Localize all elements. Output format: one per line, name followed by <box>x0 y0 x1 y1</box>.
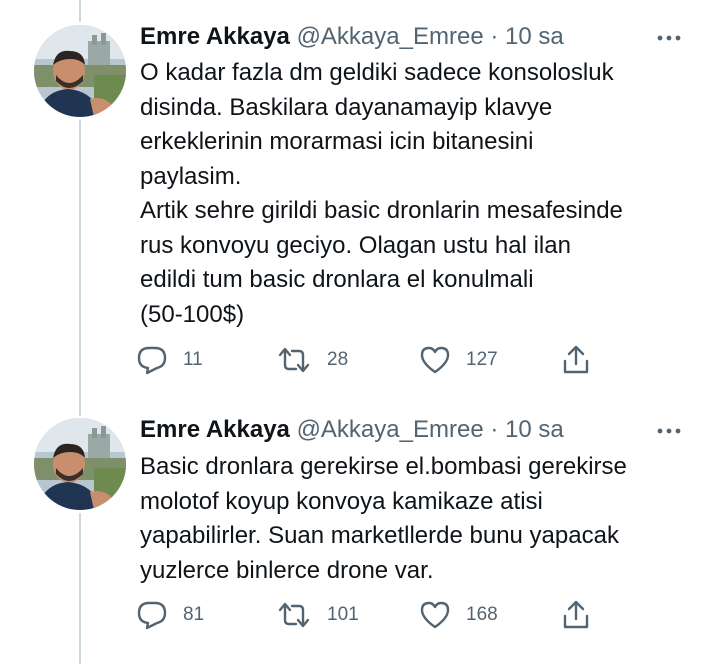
author-handle[interactable]: @Akkaya_Emree <box>297 23 484 50</box>
tweet-text-line: paylasim. <box>140 162 242 190</box>
avatar[interactable] <box>34 25 126 117</box>
thread-line-middle <box>79 120 81 416</box>
tweet-text-line: O kadar fazla dm geldiki sadece konsolos… <box>140 59 614 86</box>
tweet-text-line: edildi tum basic dronlara el konulmali <box>140 266 534 293</box>
timestamp[interactable]: 10 sa <box>505 416 564 443</box>
avatar[interactable] <box>34 418 126 510</box>
retweet-icon <box>278 347 310 373</box>
tweet-text-line: Basic dronlara gerekirse el.bombasi gere… <box>140 453 627 480</box>
like-button[interactable]: 168 <box>419 600 498 630</box>
tweet-text-line: molotof koyup konvoya kamikaze atisi <box>140 487 543 515</box>
avatar-image <box>34 418 126 510</box>
more-options-button[interactable] <box>652 28 686 48</box>
more-icon <box>657 428 681 434</box>
tweet-text-line: yapabilirler. Suan marketllerde bunu yap… <box>140 522 619 549</box>
like-button[interactable]: 127 <box>419 345 498 375</box>
reply-icon <box>137 601 167 630</box>
reply-count: 81 <box>183 604 205 625</box>
retweet-count: 101 <box>327 604 359 625</box>
separator-dot: · <box>490 23 499 50</box>
more-icon <box>657 35 681 41</box>
tweet-text: Basic dronlara gerekirse el.bombasi gere… <box>140 450 705 588</box>
author-name[interactable]: Emre Akkaya <box>140 23 290 50</box>
tweet-text-line: Artik sehre girildi basic dronlarin mesa… <box>140 197 623 224</box>
share-icon <box>563 600 589 629</box>
retweet-icon <box>278 602 310 628</box>
retweet-button[interactable]: 28 <box>276 345 348 375</box>
more-options-button[interactable] <box>652 421 686 441</box>
like-count: 168 <box>466 604 498 625</box>
tweet-text: O kadar fazla dm geldiki sadece konsolos… <box>140 56 705 332</box>
retweet-button[interactable]: 101 <box>276 600 359 630</box>
tweet-text-line: (50-100$) <box>140 300 245 328</box>
thread-line-top <box>79 0 81 22</box>
tweet-text-line: erkeklerinin morarmasi icin bitanesini <box>140 128 534 155</box>
reply-icon <box>137 346 167 375</box>
tweet-text-line: yuzlerce binlerce drone var. <box>140 556 434 584</box>
retweet-count: 28 <box>327 349 349 370</box>
author-handle[interactable]: @Akkaya_Emree <box>297 416 484 443</box>
reply-count: 11 <box>183 349 203 370</box>
like-count: 127 <box>466 349 498 370</box>
tweet-text-line: disinda. Baskilara dayanamayip klavye <box>140 93 553 121</box>
thread-line-bottom <box>79 513 81 664</box>
avatar-image <box>34 25 126 117</box>
share-button[interactable] <box>560 345 592 375</box>
tweet-text-line: rus konvoyu geciyo. Olagan ustu hal ilan <box>140 231 571 259</box>
author-name[interactable]: Emre Akkaya <box>140 416 290 443</box>
share-button[interactable] <box>560 600 592 630</box>
separator-dot: · <box>490 416 499 443</box>
heart-icon <box>420 346 450 374</box>
share-icon <box>563 345 589 374</box>
reply-button[interactable]: 81 <box>136 600 204 630</box>
tweet-header: Emre Akkaya @Akkaya_Emree · 10 sa <box>140 415 564 445</box>
heart-icon <box>420 601 450 629</box>
timestamp[interactable]: 10 sa <box>505 23 564 50</box>
reply-button[interactable]: 11 <box>136 345 203 375</box>
tweet-header: Emre Akkaya @Akkaya_Emree · 10 sa <box>140 22 564 52</box>
